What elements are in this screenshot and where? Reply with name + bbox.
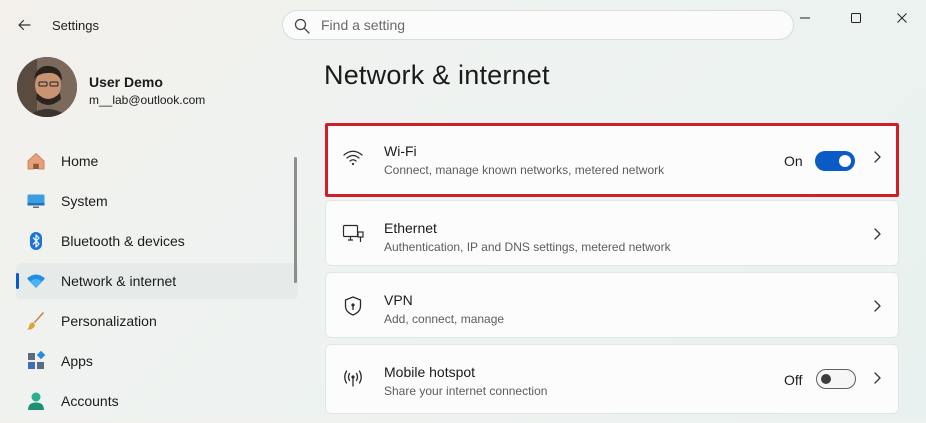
sidebar-item-system[interactable]: System	[16, 183, 298, 219]
vpn-card[interactable]: VPN Add, connect, manage	[325, 272, 899, 338]
ethernet-icon	[342, 224, 364, 242]
maximize-icon	[851, 13, 861, 23]
sidebar-item-bluetooth[interactable]: Bluetooth & devices	[16, 223, 298, 259]
wifi-card[interactable]: Wi-Fi Connect, manage known networks, me…	[325, 123, 899, 197]
vpn-shield-icon	[344, 296, 362, 316]
close-icon	[897, 13, 907, 23]
chevron-right-icon	[874, 228, 881, 240]
sidebar-item-label: System	[61, 193, 108, 209]
home-icon	[27, 152, 45, 170]
wifi-toggle[interactable]	[815, 151, 855, 171]
search-input[interactable]	[321, 16, 761, 34]
user-email: m__lab@outlook.com	[89, 93, 206, 107]
bluetooth-icon	[30, 232, 42, 250]
card-title: Wi-Fi	[384, 143, 417, 159]
hotspot-icon	[344, 370, 362, 387]
chevron-right-icon	[874, 151, 881, 163]
chevron-right-icon	[874, 372, 881, 384]
sidebar-item-label: Bluetooth & devices	[61, 233, 185, 249]
brush-icon	[27, 312, 44, 330]
back-arrow-icon	[18, 19, 31, 31]
minimize-icon	[800, 17, 810, 19]
sidebar-item-network[interactable]: Network & internet	[16, 263, 298, 299]
sidebar-item-label: Network & internet	[61, 273, 177, 289]
sidebar-nav: Home System Bluetooth & devices Network …	[16, 143, 298, 423]
user-name: User Demo	[89, 74, 163, 90]
page-title: Network & internet	[324, 60, 550, 90]
sidebar-item-home[interactable]: Home	[16, 143, 298, 179]
sidebar-item-personalization[interactable]: Personalization	[16, 303, 298, 339]
hotspot-state-label: Off	[784, 372, 803, 388]
card-description: Add, connect, manage	[384, 312, 505, 326]
card-description: Authentication, IP and DNS settings, met…	[384, 240, 671, 254]
close-button[interactable]	[882, 6, 922, 30]
maximize-button[interactable]	[836, 6, 876, 30]
card-title: VPN	[384, 292, 413, 308]
sidebar-item-label: Personalization	[61, 313, 157, 329]
apps-icon	[28, 351, 46, 369]
sidebar-item-label: Accounts	[61, 393, 119, 409]
toggle-knob	[821, 374, 831, 384]
hotspot-toggle[interactable]	[816, 369, 856, 389]
card-description: Connect, manage known networks, metered …	[384, 163, 665, 177]
toggle-knob	[839, 155, 851, 167]
ethernet-card[interactable]: Ethernet Authentication, IP and DNS sett…	[325, 200, 899, 266]
avatar-image	[17, 57, 77, 117]
system-icon	[27, 194, 45, 208]
active-indicator	[16, 273, 19, 289]
sidebar-item-accounts[interactable]: Accounts	[16, 383, 298, 419]
accounts-icon	[28, 392, 44, 410]
app-title: Settings	[52, 18, 99, 33]
network-icon	[27, 274, 45, 288]
search-box[interactable]	[282, 10, 794, 40]
minimize-button[interactable]	[785, 6, 825, 30]
search-icon	[294, 18, 310, 34]
avatar	[17, 57, 77, 117]
sidebar-item-label: Apps	[61, 353, 93, 369]
wifi-state-label: On	[784, 153, 803, 169]
sidebar-scrollbar[interactable]	[294, 157, 297, 283]
chevron-right-icon	[874, 300, 881, 312]
title-bar: Settings	[0, 0, 926, 50]
card-title: Mobile hotspot	[384, 364, 476, 380]
mobile-hotspot-card[interactable]: Mobile hotspot Share your internet conne…	[325, 344, 899, 414]
card-title: Ethernet	[384, 220, 437, 236]
wifi-icon	[343, 150, 363, 166]
back-button[interactable]	[8, 10, 40, 40]
user-profile[interactable]: User Demo m__lab@outlook.com	[17, 57, 277, 121]
sidebar-item-apps[interactable]: Apps	[16, 343, 298, 379]
sidebar-item-label: Home	[61, 153, 99, 169]
card-description: Share your internet connection	[384, 384, 548, 398]
